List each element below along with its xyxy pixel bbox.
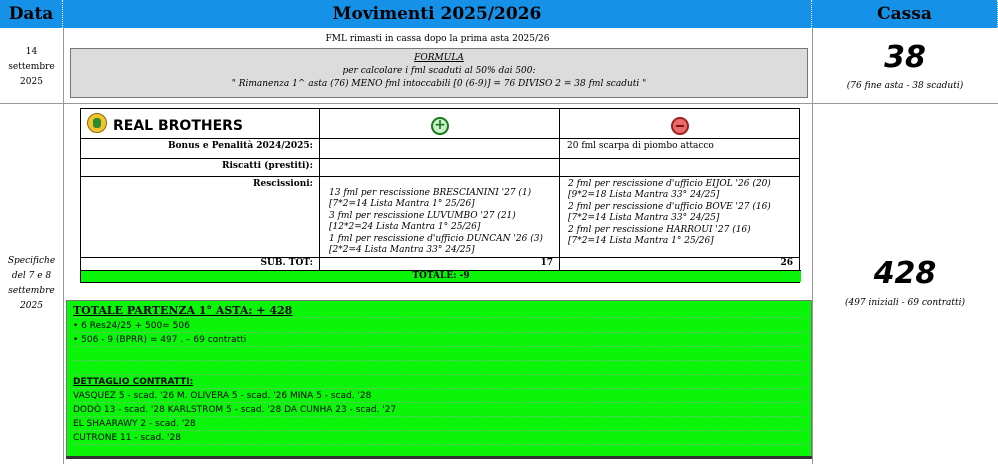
header-movimenti: Movimenti 2025/2026 [63,0,812,28]
date-line: 2025 [20,301,43,311]
detail-title: DETTAGLIO CONTRATTI: [73,375,805,389]
minus-icon [671,117,689,135]
list-item: [9*2=18 Lista Mantra 33° 24/25] [568,190,720,201]
formula-line: " Rimanenza 1^ asta (76) MENO fml intocc… [231,79,647,89]
list-item: 13 fml per rescissione BRESCIANINI '27 (… [329,188,532,198]
row1-note: FML rimasti in cassa dopo la prima asta … [325,34,550,44]
cassa-note-2: (497 iniziali - 69 contratti) [844,298,966,308]
date-line: settembre [8,286,55,296]
date-line: settembre [8,62,55,72]
divider [63,28,64,464]
cassa-value-2: 428 [873,256,937,291]
formula-title: FORMULA [414,53,464,63]
header-data: Data [0,0,63,28]
team-name: REAL BROTHERS [113,118,244,134]
list-item: 1 fml per rescissione d'ufficio DUNCAN '… [329,233,543,244]
date-line: 14 [25,47,38,57]
formula-box: FORMULA per calcolare i fml scaduti al 5… [70,48,808,98]
summary-box: TOTALE PARTENZA 1° ASTA: + 428 • 6 Res24… [66,300,812,458]
list-item: [7*2=14 Lista Mantra 33° 24/25] [568,213,720,224]
row1-date: 14 settembre 2025 [0,45,63,90]
summary-title: TOTALE PARTENZA 1° ASTA: + 428 [73,304,805,318]
plus-icon: + [431,117,449,135]
logo-inner [93,118,101,128]
list-item: 3 fml per rescissione LUVUMBO '27 (21) [329,210,516,221]
list-item: [12*2=24 Lista Mantra 1° 25/26] [329,222,481,233]
cassa-note-1: (76 fine asta - 38 scaduti) [846,81,964,91]
list-item: [7*2=14 Lista Mantra 1° 25/26] [329,199,475,210]
date-line: 2025 [20,77,43,87]
contract-line: EL SHAARAWY 2 - scad. '28 [73,417,805,431]
team-logo [87,113,107,133]
divider [81,158,799,159]
cassa-value-1: 38 [884,40,926,75]
divider [81,138,799,139]
list-item: 2 fml per rescissione d'ufficio EIJOL '2… [568,179,771,189]
divider [0,103,998,104]
list-item: [7*2=14 Lista Mantra 1° 25/26] [568,236,714,247]
label-bonus: Bonus e Penalità 2024/2025: [167,141,313,151]
team-table: REAL BROTHERS + Bonus e Penalità 2024/20… [80,108,801,283]
label-rescissioni: Rescissioni: [252,179,313,189]
date-line: del 7 e 8 [11,271,52,281]
summary-line: • 506 - 9 (BPRR) = 497 . – 69 contratti [73,333,805,347]
totale-bar: TOTALE: -9 [81,270,801,282]
list-item: [2*2=4 Lista Mantra 33° 24/25] [329,245,475,256]
contract-line: CUTRONE 11 - scad. '28 [73,431,805,445]
summary-line: • 6 Res24/25 + 500= 506 [73,319,805,333]
bottom-rule [66,456,812,459]
plus-subtot: 17 [540,258,553,268]
minus-subtot: 26 [780,258,793,268]
label-subtot: SUB. TOT: [260,258,313,268]
summary-blank [73,361,805,375]
list-item: 2 fml per rescissione HARROUI '27 (16) [568,224,751,235]
formula-line: per calcolare i fml scaduti al 50% dai 5… [342,66,536,76]
divider [812,28,813,464]
minus-bonus: 20 fml scarpa di piombo attacco [567,141,714,151]
summary-blank [73,347,805,361]
label-riscatti: Riscatti (prestiti): [222,161,313,171]
contract-line: DODÒ 13 - scad. '28 KARLSTROM 5 - scad. … [73,403,805,417]
divider [319,109,320,271]
divider [81,176,799,177]
row2-date: Specifiche del 7 e 8 settembre 2025 [0,254,63,314]
header-cassa: Cassa [812,0,998,28]
divider [559,109,560,271]
plus-rescissioni: 13 fml per rescissione BRESCIANINI '27 (… [329,188,543,256]
divider [81,257,799,258]
minus-rescissioni: 2 fml per rescissione d'ufficio EIJOL '2… [568,179,771,247]
date-line: Specifiche [7,256,56,266]
list-item: 2 fml per rescissione d'ufficio BOVE '27… [568,201,771,212]
contract-line: VASQUEZ 5 - scad. '26 M. OLIVERA 5 - sca… [73,389,805,403]
